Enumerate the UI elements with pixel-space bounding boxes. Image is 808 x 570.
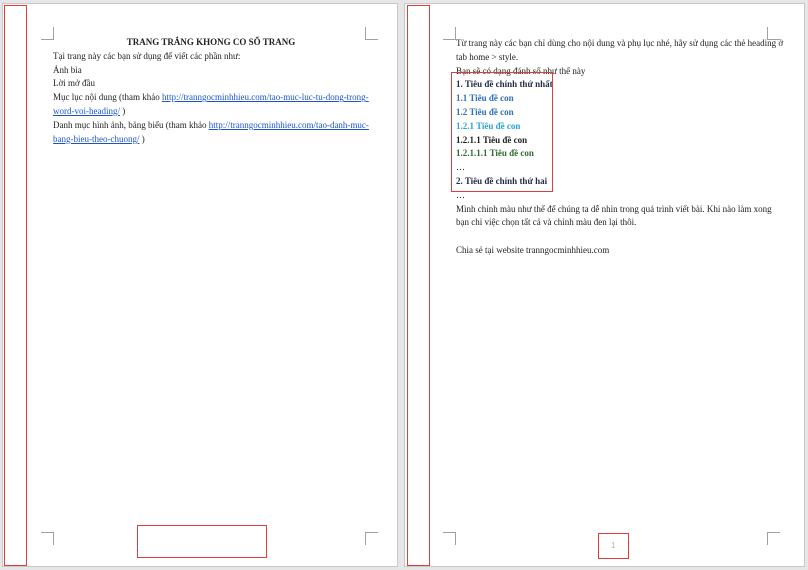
document-page-1: TRANG TRẮNG KHONG CO SỐ TRANG Tại trang … xyxy=(2,3,398,567)
figure-list-reference-cont: bang-bieu-theo-chuong/ ) xyxy=(53,133,369,147)
toc-prefix: Mục lục nội dung (tham khảo xyxy=(53,92,162,103)
figure-list-reference: Danh mục hình ảnh, bảng biểu (tham khảo … xyxy=(53,119,369,133)
highlight-headings xyxy=(451,72,553,192)
fig-prefix: Danh mục hình ảnh, bảng biểu (tham khảo xyxy=(53,119,209,130)
highlight-left-margin-page-1 xyxy=(4,5,27,566)
body-text: Mình chỉnh màu như thế để chúng ta dễ nh… xyxy=(456,203,772,214)
figure-list-link[interactable]: http://tranngocminhhieu.com/tao-danh-muc… xyxy=(209,120,369,130)
figure-list-link-cont[interactable]: bang-bieu-theo-chuong/ xyxy=(53,134,139,144)
page-title: TRANG TRẮNG KHONG CO SỐ TRANG xyxy=(126,37,296,47)
body-text: Từ trang này các bạn chỉ dùng cho nội du… xyxy=(456,38,784,48)
page-1-body[interactable]: TRANG TRẮNG KHONG CO SỐ TRANG Tại trang … xyxy=(53,36,369,146)
toc-suffix: ) xyxy=(119,105,126,116)
margin-corner-mark xyxy=(767,532,780,545)
toc-reference-cont: word-voi-heading/ ) xyxy=(53,105,369,119)
margin-corner-mark xyxy=(365,532,378,545)
highlight-footer-page-1 xyxy=(137,525,267,558)
list-item: Ảnh bìa xyxy=(53,64,82,75)
fig-suffix: ) xyxy=(139,133,145,144)
body-text: bạn chỉ việc chọn tất cả và chỉnh màu đe… xyxy=(456,217,637,228)
toc-link-cont[interactable]: word-voi-heading/ xyxy=(53,106,120,116)
body-text: tab home > style. xyxy=(456,51,519,62)
margin-corner-mark xyxy=(443,532,456,545)
toc-reference: Mục lục nội dung (tham khảo http://trann… xyxy=(53,91,369,105)
toc-link[interactable]: http://tranngocminhhieu.com/tao-muc-luc-… xyxy=(162,92,369,102)
margin-corner-mark xyxy=(41,532,54,545)
body-text: Chia sẻ tại website tranngocminhhieu.com xyxy=(456,244,610,255)
margin-corner-mark xyxy=(443,27,456,40)
list-item: Lời mở đầu xyxy=(53,78,96,89)
highlight-left-margin-page-2 xyxy=(407,5,430,566)
highlight-page-number xyxy=(598,533,629,559)
intro-text: Tại trang này các bạn sử dụng để viết cá… xyxy=(53,50,241,61)
